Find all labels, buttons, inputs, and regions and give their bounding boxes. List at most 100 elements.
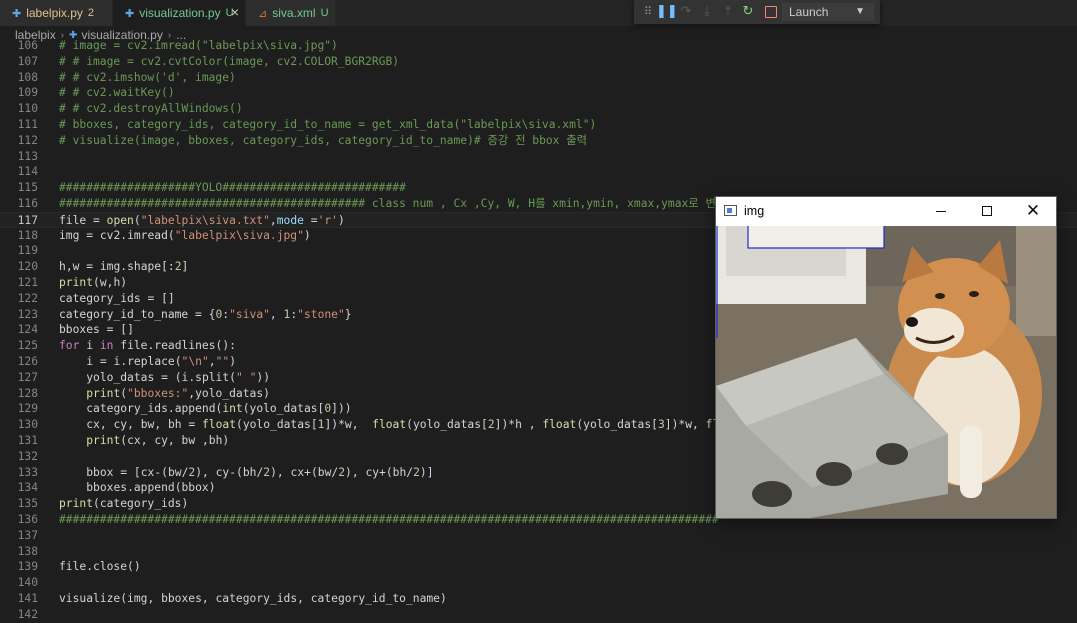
code-text: img = cv2.imread("labelpix\siva.jpg"): [59, 228, 311, 242]
code-text: # image = cv2.imread("labelpix\siva.jpg"…: [59, 40, 338, 52]
maximize-icon[interactable]: [964, 197, 1010, 226]
code-line[interactable]: 140: [0, 575, 1077, 591]
step-into-icon[interactable]: ⤓: [699, 4, 715, 20]
code-line[interactable]: 112 # visualize(image, bboxes, category_i…: [0, 133, 1077, 149]
step-over-icon[interactable]: ↷: [678, 4, 694, 20]
line-number: 111: [17, 118, 38, 131]
python-file-icon: ✚: [12, 7, 22, 20]
code-text: # visualize(image, bboxes, category_ids,…: [59, 133, 588, 147]
code-text: category_ids.append(int(yolo_datas[0])): [86, 402, 352, 416]
line-number: 119: [17, 244, 38, 258]
code-text: # # image = cv2.cvtColor(image, cv2.COLO…: [59, 54, 400, 68]
line-number: 124: [17, 323, 38, 337]
code-text: bboxes = []: [59, 323, 134, 337]
pause-icon[interactable]: ❚❚: [656, 4, 678, 20]
launch-config-select[interactable]: Launch ▼: [782, 3, 874, 21]
python-file-icon: ✚: [69, 29, 78, 41]
code-text: i = i.replace("\n",""): [86, 355, 236, 368]
line-number: 122: [17, 291, 38, 305]
chevron-down-icon: ▼: [855, 6, 865, 17]
code-text: yolo_datas = (i.split(" ")): [86, 370, 270, 384]
image-window[interactable]: img ✕: [715, 196, 1057, 519]
code-line[interactable]: 114: [0, 164, 1077, 180]
close-icon[interactable]: ×: [231, 5, 239, 19]
code-line[interactable]: 106 # image = cv2.imread("labelpix\siva.j…: [0, 40, 1077, 54]
code-line[interactable]: 142: [0, 607, 1077, 623]
tab-badge: U: [320, 7, 329, 19]
line-number: 107: [17, 54, 38, 68]
code-text: # # cv2.waitKey(): [59, 86, 175, 100]
line-number: 117: [17, 213, 38, 227]
line-number: 118: [17, 228, 38, 242]
code-text: bbox = [cx-(bw/2), cy-(bh/2), cx+(bw/2),…: [86, 465, 434, 479]
launch-config-label: Launch: [789, 5, 829, 19]
tab-labelpix-py[interactable]: ✚ labelpix.py 2: [0, 0, 113, 26]
dog-photo: [716, 226, 1056, 518]
code-text: file = open("labelpix\siva.txt",mode ='r…: [59, 213, 345, 227]
restart-icon[interactable]: ↻: [740, 4, 756, 20]
tab-label: siva.xml: [272, 6, 316, 20]
line-number: 129: [17, 402, 38, 416]
chevron-right-icon: ›: [167, 29, 172, 41]
line-number: 116: [17, 197, 38, 210]
code-text: print(cx, cy, bw ,bh): [86, 434, 230, 447]
code-line[interactable]: 113: [0, 149, 1077, 165]
code-text: cx, cy, bw, bh = float(yolo_datas[1])*w,…: [86, 418, 760, 432]
window-titlebar[interactable]: img ✕: [716, 197, 1056, 226]
line-number: 131: [17, 434, 38, 447]
code-line[interactable]: 137: [0, 528, 1077, 544]
rss-xml-file-icon: ⊿: [258, 7, 268, 20]
debug-toolbar: ⠿ ❚❚ ↷ ⤓ ⤒ ↻ Launch ▼: [634, 0, 880, 24]
line-number: 141: [17, 592, 38, 605]
code-text: visualize(img, bboxes, category_ids, cat…: [59, 592, 447, 605]
line-number: 139: [17, 560, 38, 574]
line-number: 142: [17, 607, 38, 621]
code-line[interactable]: 138: [0, 544, 1077, 560]
line-number: 126: [17, 355, 38, 368]
code-line[interactable]: 109 # # cv2.waitKey(): [0, 85, 1077, 101]
code-text: category_ids = []: [59, 291, 175, 305]
line-number: 127: [17, 370, 38, 384]
line-number: 136: [17, 513, 38, 526]
line-number: 106: [17, 40, 38, 52]
code-line[interactable]: 115 ####################YOLO#############…: [0, 180, 1077, 196]
tab-visualization-py[interactable]: ✚ visualization.py U ×: [113, 0, 246, 26]
code-line[interactable]: 141 visualize(img, bboxes, category_ids, …: [0, 591, 1077, 607]
code-line[interactable]: 111 # bboxes, category_ids, category_id_t…: [0, 117, 1077, 133]
tab-label: visualization.py: [139, 6, 221, 20]
line-number: 132: [17, 449, 38, 463]
code-text: category_id_to_name = {0:"siva", 1:"ston…: [59, 307, 352, 321]
code-text: ########################################…: [59, 513, 719, 526]
dog-photo-illustration: [716, 226, 1056, 518]
line-number: 110: [17, 102, 38, 116]
code-text: bboxes.append(bbox): [86, 481, 216, 495]
code-text: h,w = img.shape[:2]: [59, 260, 189, 274]
step-out-icon[interactable]: ⤒: [720, 4, 736, 20]
close-icon[interactable]: ✕: [1010, 197, 1056, 226]
code-line[interactable]: 108 # # cv2.imshow('d', image): [0, 70, 1077, 86]
code-line[interactable]: 139 file.close(): [0, 559, 1077, 575]
line-number: 135: [17, 497, 38, 511]
python-file-icon: ✚: [125, 7, 135, 20]
tab-siva-xml[interactable]: ⊿ siva.xml U: [246, 0, 336, 26]
code-text: for i in file.readlines():: [59, 339, 236, 353]
line-number: 123: [17, 307, 38, 321]
code-text: print("bboxes:",yolo_datas): [86, 386, 270, 400]
line-number: 121: [17, 276, 38, 289]
line-number: 113: [17, 149, 38, 163]
stop-icon[interactable]: [765, 6, 777, 18]
code-text: print(w,h): [59, 276, 128, 289]
code-line[interactable]: 107 # # image = cv2.cvtColor(image, cv2.C…: [0, 54, 1077, 70]
drag-handle-icon[interactable]: ⠿: [640, 4, 656, 20]
code-text: # # cv2.imshow('d', image): [59, 70, 236, 84]
code-line[interactable]: 110 # # cv2.destroyAllWindows(): [0, 101, 1077, 117]
line-number: 120: [17, 260, 38, 274]
line-number: 112: [17, 133, 38, 147]
code-text: # # cv2.destroyAllWindows(): [59, 102, 243, 116]
line-number: 108: [17, 70, 38, 84]
line-number: 114: [17, 165, 38, 179]
window-title: img: [744, 204, 765, 218]
code-text: print(category_ids): [59, 497, 189, 511]
minimize-icon[interactable]: [918, 197, 964, 226]
code-text: file.close(): [59, 560, 141, 574]
